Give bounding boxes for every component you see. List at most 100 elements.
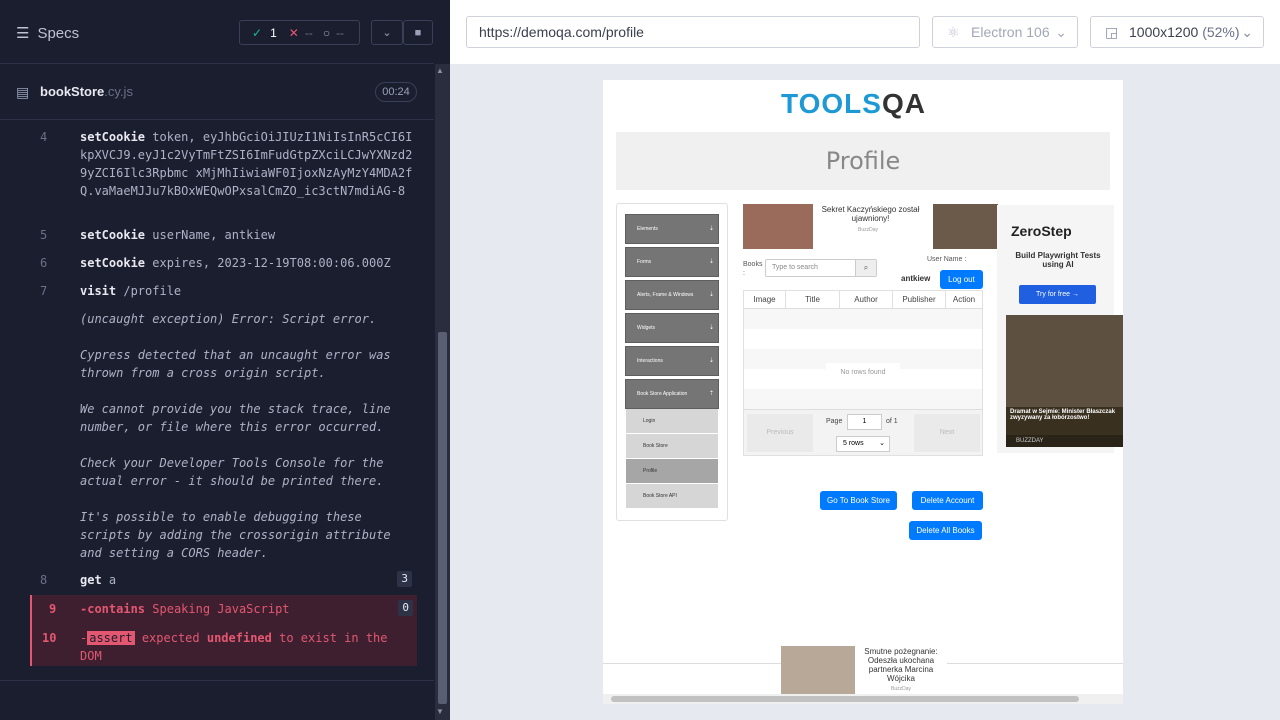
ad-source: BuzzDay <box>891 686 912 692</box>
ad-image[interactable] <box>781 646 855 696</box>
nav-item-profile[interactable]: Profile <box>626 459 718 483</box>
nav-group-interactions[interactable]: Interactions ⇣ <box>625 346 719 376</box>
previous-button[interactable]: Previous <box>747 414 813 452</box>
command-row[interactable]: 6 setCookie expires, 2023-12-19T08:00:06… <box>0 254 418 272</box>
page-label: Page <box>826 418 843 425</box>
nav-group-widgets[interactable]: Widgets ⇣ <box>625 313 719 343</box>
nav-group-forms[interactable]: Forms ⇣ <box>625 247 719 277</box>
specs-menu-icon: ☰ <box>16 25 30 42</box>
ad-title[interactable]: Dramat w Sejmie: Minister Błaszczak zwyz… <box>1006 407 1123 435</box>
scroll-up-icon[interactable]: ▲ <box>436 66 444 75</box>
command-row[interactable]: 8 get a 3 <box>0 571 418 589</box>
nav-group-book-store[interactable]: Book Store Application ⇡ <box>625 379 719 409</box>
logout-button[interactable]: Log out <box>940 270 983 289</box>
pagination-bar: Previous Page 1 of 1 5 rows ⌄ Next <box>744 409 982 455</box>
error-line: It's possible to enable debugging these … <box>80 510 391 560</box>
left-nav: Elements ⇣ Forms ⇣ Alerts, Frame & Windows… <box>616 203 728 521</box>
runner-scrollbar-thumb[interactable] <box>438 332 447 704</box>
toolsqa-logo[interactable]: TOOLSQA <box>781 88 926 120</box>
aut-toolbar: https://demoqa.com/profile ⚛ Electron 10… <box>450 0 1280 64</box>
ad-bottom[interactable]: Smutne pożegnanie: Odeszła ukochana part… <box>781 642 947 696</box>
ad-image[interactable] <box>1006 315 1123 415</box>
zerostep-cta-button[interactable]: Try for free → <box>1019 285 1096 304</box>
nav-item-book-store[interactable]: Book Store <box>626 434 718 458</box>
column-header[interactable]: Publisher <box>893 291 946 308</box>
test-stats: ✓ 1 ✕ -- ○ -- <box>239 20 360 45</box>
chevron-icon: ⇣ <box>708 292 714 298</box>
username-label: User Name : <box>927 256 967 263</box>
failed-count: -- <box>304 25 313 40</box>
cypress-runner-panel: ☰ Specs ✓ 1 ✕ -- ○ -- ⌄ ■ ▤ bookStore.cy… <box>0 0 450 720</box>
delete-all-books-button[interactable]: Delete All Books <box>909 521 982 540</box>
books-table: Image Title Author Publisher Action No r… <box>743 290 983 456</box>
nav-item-book-store-api[interactable]: Book Store API <box>626 484 718 508</box>
nav-group-alerts[interactable]: Alerts, Frame & Windows ⇣ <box>625 280 719 310</box>
stop-icon[interactable]: ■ <box>403 20 433 45</box>
spec-file-name: bookStore.cy.js <box>40 84 133 99</box>
chevron-icon: ⇣ <box>708 358 714 364</box>
file-icon: ▤ <box>16 84 30 100</box>
command-row[interactable]: 4 setCookie token, eyJhbGciOiJIUzI1NiIsI… <box>0 128 418 218</box>
command-row[interactable]: 7 visit /profile <box>0 282 418 300</box>
failed-command-row[interactable]: 9 -contains Speaking JavaScript 0 <box>30 595 417 623</box>
url-bar[interactable]: https://demoqa.com/profile <box>466 16 920 48</box>
zerostep-brand: ZeroStep <box>1011 223 1072 239</box>
scroll-down-icon[interactable]: ▼ <box>436 707 444 716</box>
username-value: antkiew <box>901 274 931 283</box>
chevron-icon: ⇡ <box>708 391 714 397</box>
app-under-test-frame: TOOLSQA Profile Elements ⇣ Forms ⇣ Alerts,… <box>603 80 1123 704</box>
chevron-down-icon: ⌄ <box>879 440 885 447</box>
ad-image[interactable] <box>743 204 813 249</box>
ad-source: BUZZDAY <box>1006 435 1123 447</box>
rows-select[interactable]: 5 rows ⌄ <box>836 436 890 452</box>
nav-group-elements[interactable]: Elements ⇣ <box>625 214 719 244</box>
table-row <box>744 389 982 409</box>
command-row[interactable]: 5 setCookie userName, antkiew <box>0 226 418 244</box>
passed-icon: ✓ <box>252 25 263 40</box>
error-line: Check your Developer Tools Console for t… <box>80 456 384 488</box>
chevron-icon: ⇣ <box>708 226 714 232</box>
column-header[interactable]: Author <box>840 291 893 308</box>
chevron-down-icon: ⌄ <box>1241 24 1253 40</box>
viewport-icon: ◲ <box>1105 24 1119 40</box>
error-line: Cypress detected that an uncaught error … <box>80 348 391 380</box>
aut-horizontal-scrollbar-thumb[interactable] <box>611 696 1079 702</box>
nav-item-login[interactable]: Login <box>626 409 718 433</box>
table-row <box>744 309 982 329</box>
ad-zerostep[interactable]: ZeroStep Build Playwright Tests using AI… <box>997 205 1123 453</box>
page-banner: Profile <box>616 132 1110 190</box>
divider <box>0 680 434 681</box>
go-to-book-store-button[interactable]: Go To Book Store <box>820 491 897 510</box>
page-input[interactable]: 1 <box>847 414 882 430</box>
viewport-info[interactable]: ◲ 1000x1200 (52%) ⌄ <box>1090 16 1264 48</box>
failed-icon: ✕ <box>288 25 299 40</box>
chevron-icon: ⇣ <box>708 325 714 331</box>
pending-count: -- <box>336 25 345 40</box>
delete-account-button[interactable]: Delete Account <box>912 491 983 510</box>
preview-panel: https://demoqa.com/profile ⚛ Electron 10… <box>450 0 1280 720</box>
next-button[interactable]: Next <box>914 414 980 452</box>
books-label: Books : <box>743 261 763 277</box>
zerostep-tagline: Build Playwright Tests using AI <box>1015 251 1101 269</box>
specs-label: Specs <box>37 24 80 42</box>
element-count-badge: 0 <box>398 600 413 616</box>
ad-title[interactable]: Sekret Kaczyńskiego został ujawniony! <box>813 205 928 223</box>
column-header[interactable]: Image <box>744 291 786 308</box>
element-count-badge: 3 <box>397 571 412 587</box>
spec-file-header: ▤ bookStore.cy.js 00:24 <box>0 76 434 120</box>
electron-icon: ⚛ <box>947 24 960 40</box>
pending-icon: ○ <box>322 25 331 40</box>
chevron-down-icon[interactable]: ⌄ <box>371 20 403 45</box>
ad-title[interactable]: Smutne pożegnanie: Odeszła ukochana part… <box>855 647 947 683</box>
error-line: (uncaught exception) Error: Script error… <box>80 312 377 326</box>
column-header[interactable]: Action <box>946 291 982 308</box>
failed-assert-row[interactable]: 10 - assert expected undefined to exist i… <box>30 623 417 666</box>
no-rows-message: No rows found <box>826 363 900 383</box>
specs-header: ☰ Specs ✓ 1 ✕ -- ○ -- ⌄ ■ <box>0 0 434 64</box>
specs-toggle[interactable]: ☰ Specs <box>16 24 80 43</box>
page-title: Profile <box>825 147 901 175</box>
search-icon[interactable]: ⌕ <box>855 260 876 276</box>
ad-image[interactable] <box>933 204 998 249</box>
browser-selector[interactable]: ⚛ Electron 106 ⌄ <box>932 16 1078 48</box>
column-header[interactable]: Title <box>786 291 840 308</box>
